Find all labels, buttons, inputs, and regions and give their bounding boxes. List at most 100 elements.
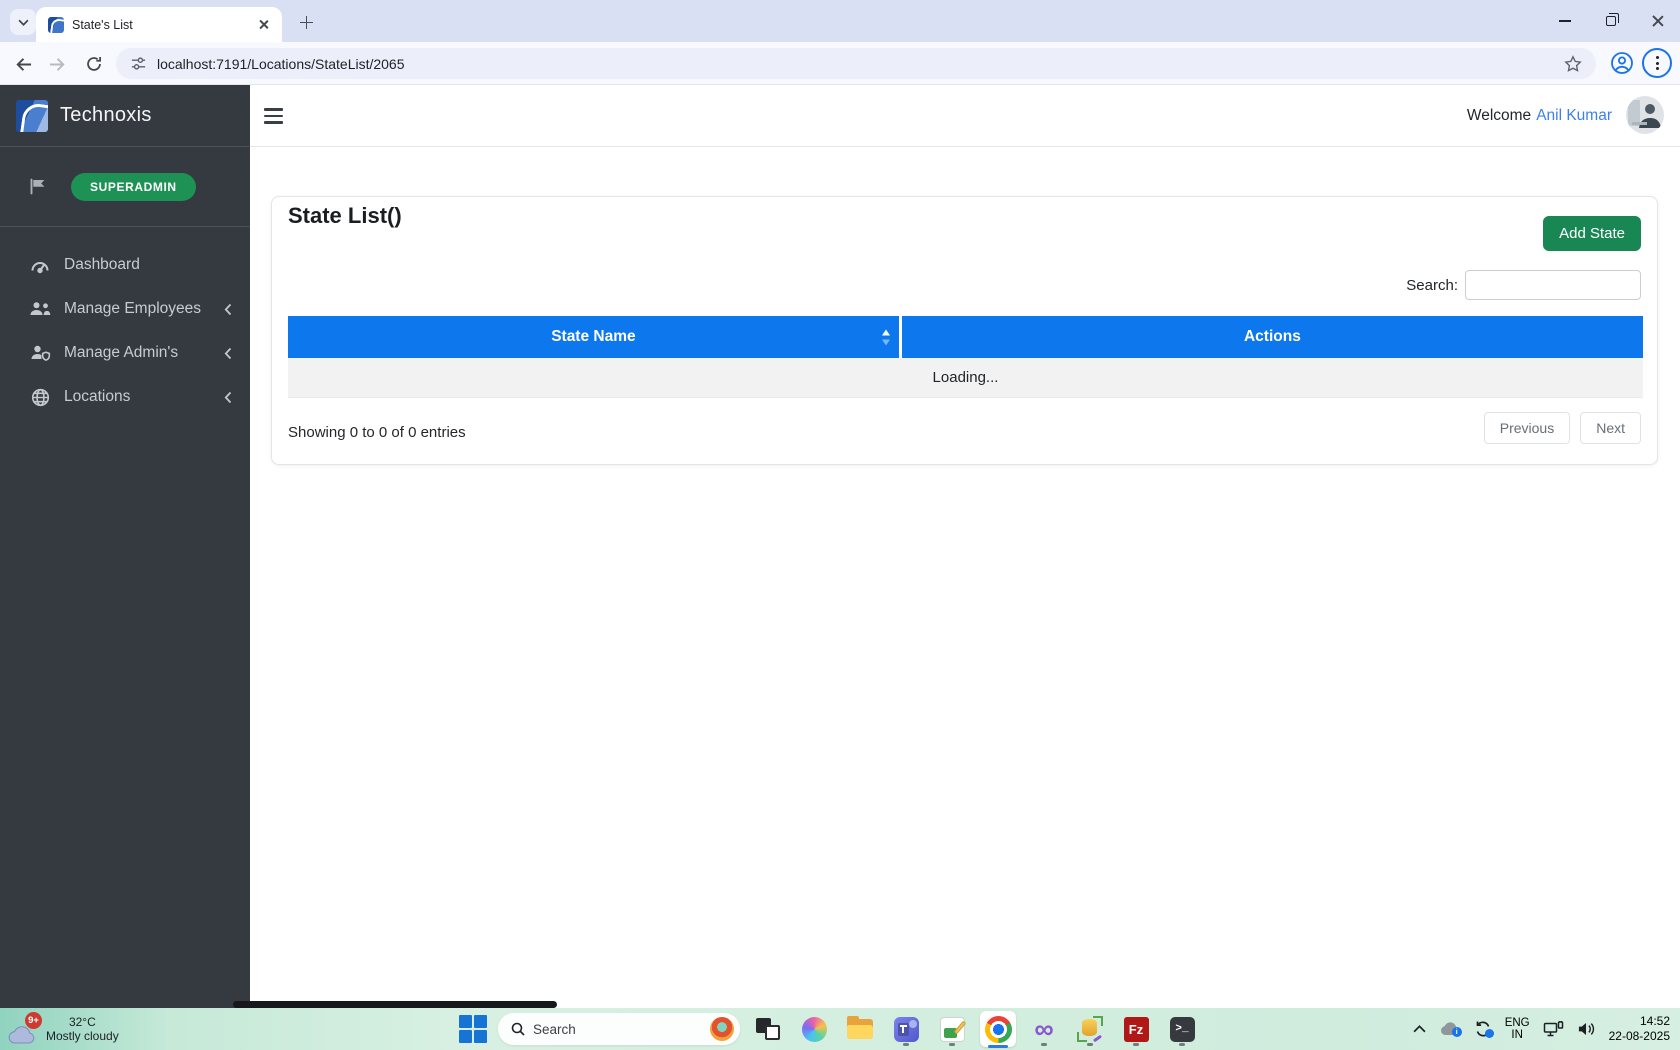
sync-icon[interactable] <box>1474 1020 1492 1038</box>
taskbar-app-filezilla[interactable] <box>1118 1011 1154 1047</box>
sidebar-item-manage-admins[interactable]: Manage Admin's <box>0 331 250 375</box>
url-text[interactable]: localhost:7191/Locations/StateList/2065 <box>157 56 1564 72</box>
sidebar-item-dashboard[interactable]: Dashboard <box>0 243 250 287</box>
sidebar-item-label: Locations <box>64 388 224 406</box>
teams-icon <box>894 1017 919 1042</box>
taskbar-app-visual-studio[interactable] <box>1026 1011 1062 1047</box>
role-badge: SUPERADMIN <box>71 173 196 201</box>
address-bar[interactable]: localhost:7191/Locations/StateList/2065 <box>116 48 1596 79</box>
brand-name: Technoxis <box>60 104 152 127</box>
user-panel: SUPERADMIN <box>0 147 250 227</box>
taskbar-app-ssms[interactable] <box>1072 1011 1108 1047</box>
clock-date: 22-08-2025 <box>1609 1029 1670 1044</box>
browser-tab[interactable]: State's List <box>36 7 282 42</box>
search-input[interactable] <box>1465 270 1641 300</box>
add-state-button[interactable]: Add State <box>1543 216 1641 251</box>
network-icon[interactable] <box>1543 1021 1564 1038</box>
next-page-button[interactable]: Next <box>1580 412 1641 444</box>
state-list-card: State List() Add State Search: State Nam… <box>271 196 1658 465</box>
language-line1: ENG <box>1505 1017 1530 1030</box>
weather-text: 32°C Mostly cloudy <box>46 1015 119 1043</box>
bookmark-star-icon[interactable] <box>1564 55 1582 73</box>
column-header-actions[interactable]: Actions <box>902 316 1643 358</box>
user-shield-icon <box>28 345 52 361</box>
search-label: Search: <box>1406 277 1458 294</box>
forward-icon[interactable] <box>44 50 72 78</box>
taskbar: 9+ 32°C Mostly cloudy Search <box>0 1008 1680 1050</box>
taskbar-app-chrome[interactable] <box>980 1011 1016 1047</box>
tab-close-icon[interactable] <box>254 16 272 34</box>
browser-profile-icon[interactable] <box>1608 49 1636 77</box>
background-window-edge <box>233 1001 557 1008</box>
taskbar-search-label: Search <box>533 1022 702 1037</box>
taskbar-app-image-editor[interactable] <box>934 1011 970 1047</box>
reload-icon[interactable] <box>80 50 108 78</box>
task-view-icon <box>756 1018 780 1040</box>
image-editor-icon <box>940 1017 965 1042</box>
taskbar-app-task-view[interactable] <box>750 1011 786 1047</box>
plus-icon <box>300 16 313 29</box>
file-explorer-icon <box>847 1019 873 1039</box>
sync-status-dot <box>1485 1029 1494 1038</box>
tray-chevron-up-icon[interactable] <box>1413 1025 1426 1033</box>
weather-widget[interactable]: 9+ 32°C Mostly cloudy <box>8 1008 119 1050</box>
ssms-icon <box>1077 1016 1103 1042</box>
brand[interactable]: Technoxis <box>0 85 250 147</box>
weather-cloud-icon: 9+ <box>8 1014 40 1044</box>
tab-strip: State's List <box>0 0 1680 42</box>
taskbar-app-copilot[interactable] <box>796 1011 832 1047</box>
taskbar-center: Search <box>458 1008 1200 1050</box>
onedrive-icon[interactable]: i <box>1439 1022 1461 1036</box>
search-highlight-icon <box>710 1017 734 1041</box>
speedometer-icon <box>28 256 52 274</box>
window-minimize-button[interactable] <box>1542 0 1588 42</box>
browser-menu-icon[interactable] <box>1642 48 1672 78</box>
chevron-left-icon <box>224 303 232 316</box>
terminal-icon <box>1170 1017 1195 1042</box>
taskbar-search[interactable]: Search <box>498 1013 740 1045</box>
language-indicator[interactable]: ENG IN <box>1505 1017 1530 1042</box>
sidebar-item-label: Manage Admin's <box>64 344 224 362</box>
weather-temperature: 32°C <box>46 1015 119 1029</box>
screen: State's List <box>0 0 1680 1050</box>
entries-summary: Showing 0 to 0 of 0 entries <box>288 424 466 441</box>
window-restore-button[interactable] <box>1588 0 1634 42</box>
site-settings-icon[interactable] <box>130 55 147 72</box>
technoxis-logo-icon <box>16 100 48 132</box>
window-controls <box>1542 0 1680 42</box>
taskbar-clock[interactable]: 14:52 22-08-2025 <box>1609 1014 1670 1044</box>
page-title: State List() <box>288 203 402 229</box>
system-tray: i ENG IN 14:52 22-08-2025 <box>1413 1008 1670 1050</box>
table-header-row: State Name Actions <box>288 316 1643 358</box>
state-table: State Name Actions Loading... <box>288 316 1643 398</box>
taskbar-app-terminal[interactable] <box>1164 1011 1200 1047</box>
taskbar-app-teams[interactable] <box>888 1011 924 1047</box>
hamburger-menu-icon[interactable] <box>264 104 288 128</box>
search-icon <box>511 1022 525 1036</box>
previous-page-button[interactable]: Previous <box>1484 412 1570 444</box>
back-icon[interactable] <box>8 50 36 78</box>
window-close-button[interactable] <box>1634 0 1680 42</box>
welcome-text: Welcome <box>1467 107 1531 125</box>
user-avatar[interactable] <box>1626 96 1664 134</box>
sidebar-item-label: Manage Employees <box>64 300 224 318</box>
column-header-state-name[interactable]: State Name <box>288 316 902 358</box>
loading-row: Loading... <box>288 358 1643 398</box>
flag-icon <box>28 177 47 196</box>
username-link[interactable]: Anil Kumar <box>1536 107 1612 125</box>
new-tab-button[interactable] <box>294 10 318 34</box>
start-button[interactable] <box>458 1014 488 1044</box>
site-favicon-icon <box>48 17 64 33</box>
users-icon <box>28 301 52 317</box>
sidebar-item-locations[interactable]: Locations <box>0 375 250 419</box>
pagination: Previous Next <box>1484 412 1641 444</box>
volume-icon[interactable] <box>1577 1021 1596 1037</box>
tab-search-icon[interactable] <box>10 9 36 35</box>
kebab-dots-icon <box>1656 56 1659 70</box>
language-line2: IN <box>1511 1029 1523 1042</box>
sidebar-item-manage-employees[interactable]: Manage Employees <box>0 287 250 331</box>
chevron-left-icon <box>224 391 232 404</box>
taskbar-app-file-explorer[interactable] <box>842 1011 878 1047</box>
sidebar-nav: Dashboard Manage Employees Manage Admin'… <box>0 227 250 419</box>
browser-toolbar: localhost:7191/Locations/StateList/2065 <box>0 42 1680 85</box>
